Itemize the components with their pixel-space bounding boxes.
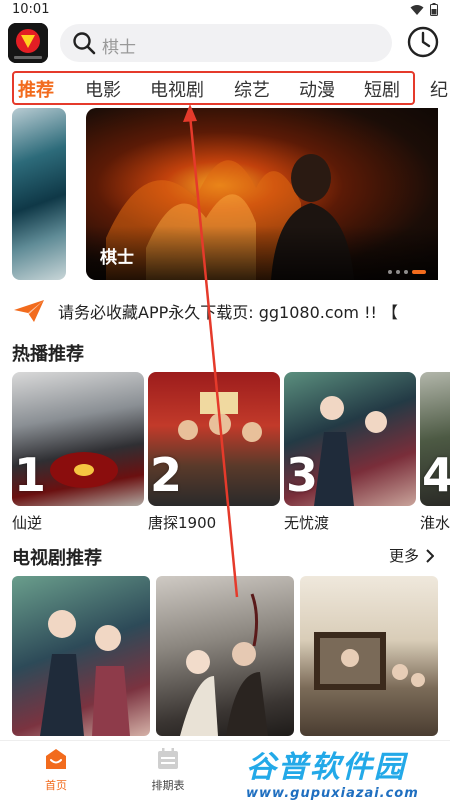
app-logo[interactable] xyxy=(8,23,48,63)
status-icons xyxy=(410,3,438,16)
tab-recommend[interactable]: 推荐 xyxy=(18,76,54,102)
watermark-url: www.gupuxiazai.com xyxy=(246,786,419,800)
tv-section-title: 电视剧推荐 xyxy=(12,548,102,569)
tv-poster-1[interactable] xyxy=(12,576,150,736)
tv-poster-3[interactable] xyxy=(300,576,438,736)
watermark: 谷普软件园 www.gupuxiazai.com xyxy=(246,742,444,800)
more-link[interactable]: 更多 xyxy=(389,545,434,566)
chevron-right-icon xyxy=(426,548,434,563)
banner-title: 棋士 xyxy=(100,248,134,268)
watermark-logo-text: 谷普软件园 xyxy=(246,750,406,785)
tab-tv-series[interactable]: 电视剧 xyxy=(150,76,204,102)
tab-anime[interactable]: 动漫 xyxy=(299,76,335,102)
notice-bar[interactable]: 请务必收藏APP永久下载页: gg1080.com !! 【 xyxy=(0,294,450,328)
rank-number: 1 xyxy=(14,448,47,502)
home-icon xyxy=(46,749,66,769)
calendar-icon xyxy=(158,748,178,769)
banner-prev-slide[interactable] xyxy=(12,108,66,280)
history-clock-icon[interactable] xyxy=(406,25,440,59)
carousel-dot-active xyxy=(412,270,426,274)
nav-home[interactable]: 首页 xyxy=(26,747,86,793)
tv-poster-2[interactable] xyxy=(156,576,294,736)
category-tabs: 推荐 电影 电视剧 综艺 动漫 短剧 纪 xyxy=(0,68,450,108)
hot-poster-4[interactable]: 4 xyxy=(420,372,450,506)
hot-title-3[interactable]: 无忧渡 xyxy=(284,512,329,533)
notice-text: 请务必收藏APP永久下载页: gg1080.com !! 【 xyxy=(58,303,399,322)
annotation-highlight-box xyxy=(12,71,415,105)
search-placeholder: 棋士 xyxy=(102,38,136,58)
tab-variety[interactable]: 综艺 xyxy=(234,76,270,102)
poster-art xyxy=(40,610,130,736)
carousel-dot xyxy=(388,270,392,274)
carousel-dot xyxy=(404,270,408,274)
hot-title-2[interactable]: 唐探1900 xyxy=(148,512,216,533)
rank-number: 2 xyxy=(150,448,183,502)
hot-poster-2[interactable]: 2 xyxy=(148,372,280,506)
more-label: 更多 xyxy=(388,547,419,565)
poster-art xyxy=(180,593,268,736)
tab-documentary[interactable]: 纪 xyxy=(430,76,448,102)
paper-plane-icon xyxy=(14,300,44,322)
header: 棋士 xyxy=(0,20,450,68)
tab-movie[interactable]: 电影 xyxy=(85,76,121,102)
poster-art xyxy=(314,632,425,690)
hot-title-1[interactable]: 仙逆 xyxy=(12,512,42,533)
carousel-indicator xyxy=(388,270,426,274)
hot-poster-3[interactable]: 3 xyxy=(284,372,416,506)
battery-icon xyxy=(430,3,438,16)
status-time: 10:01 xyxy=(12,2,50,17)
banner-main-slide[interactable]: 棋士 xyxy=(86,108,438,280)
wifi-icon xyxy=(410,4,424,15)
search-input[interactable]: 棋士 xyxy=(60,24,392,62)
carousel-dot xyxy=(396,270,400,274)
status-bar: 10:01 xyxy=(0,0,450,20)
nav-home-label: 首页 xyxy=(45,779,67,792)
hot-poster-1[interactable]: 1 xyxy=(12,372,144,506)
search-icon xyxy=(73,32,96,55)
hot-title-4[interactable]: 淮水 xyxy=(420,512,450,533)
nav-schedule[interactable]: 排期表 xyxy=(138,747,198,793)
nav-schedule-label: 排期表 xyxy=(151,779,185,792)
hot-section-title: 热播推荐 xyxy=(12,344,84,365)
tab-short-drama[interactable]: 短剧 xyxy=(364,76,400,102)
banner-artwork xyxy=(86,154,438,280)
rank-number: 4 xyxy=(422,448,450,502)
rank-number: 3 xyxy=(286,448,319,502)
